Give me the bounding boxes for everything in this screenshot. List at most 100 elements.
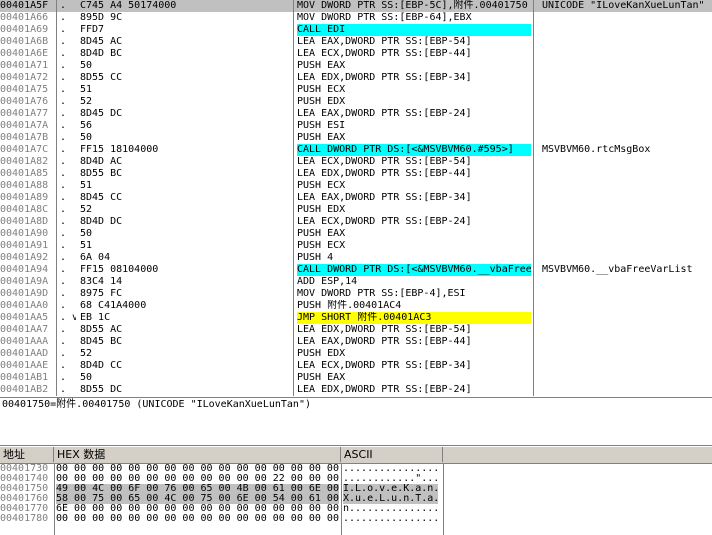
disasm-hex: 8D45 CC <box>80 192 123 203</box>
disasm-address: 00401A75 <box>0 84 49 95</box>
disasm-address: 00401A90 <box>0 228 49 239</box>
disasm-row[interactable]: 00401A6E. 8D4D BC LEA ECX,DWORD PTR SS:[EB… <box>0 48 712 60</box>
disasm-comment <box>542 72 712 84</box>
disasm-address: 00401AAD <box>0 348 49 359</box>
disasm-row[interactable]: 00401A69. FFD7 CALL EDI <box>0 24 712 36</box>
disasm-row[interactable]: 00401A92. 6A 04 PUSH 4 <box>0 252 712 264</box>
dump-header-ascii[interactable]: ASCII <box>341 447 443 462</box>
disasm-address: 00401A6B <box>0 36 49 47</box>
disasm-comment <box>542 84 712 96</box>
disasm-marker: . <box>60 108 67 119</box>
disasm-hex: 68 C41A4000 <box>80 300 147 311</box>
disasm-instruction: PUSH EAX <box>297 132 346 143</box>
disasm-row[interactable]: 00401A7C. FF15 18104000 CALL DWORD PTR DS:… <box>0 144 712 156</box>
disasm-row[interactable]: 00401A7A. 56 PUSH ESI <box>0 120 712 132</box>
disasm-instruction: PUSH EDX <box>297 204 346 215</box>
disasm-row[interactable]: 00401A94. FF15 08104000 CALL DWORD PTR DS:… <box>0 264 712 276</box>
dump-row[interactable]: 00401760 58 00 75 00 65 00 4C 00 75 00 6E… <box>0 494 712 504</box>
disasm-address: 00401AAA <box>0 336 49 347</box>
dump-row[interactable]: 00401730 00 00 00 00 00 00 00 00 00 00 00… <box>0 464 712 474</box>
disassembly-pane[interactable]: 00401A5F. C745 A4 50174000 MOV DWORD PTR S… <box>0 0 712 396</box>
disasm-row[interactable]: 00401A85. 8D55 BC LEA EDX,DWORD PTR SS:[EB… <box>0 168 712 180</box>
dump-pane[interactable]: 地址 HEX 数据 ASCII 00401730 00 00 00 00 00 0… <box>0 447 712 535</box>
disasm-row[interactable]: 00401A6B. 8D45 AC LEA EAX,DWORD PTR SS:[EB… <box>0 36 712 48</box>
disasm-row[interactable]: 00401A91. 51 PUSH ECX <box>0 240 712 252</box>
disasm-row[interactable]: 00401A8D. 8D4D DC LEA ECX,DWORD PTR SS:[EB… <box>0 216 712 228</box>
disasm-row[interactable]: 00401AAD. 52 PUSH EDX <box>0 348 712 360</box>
disasm-row[interactable]: 00401AA5 . v EB 1C JMP SHORT 附件.00401AC3 <box>0 312 712 324</box>
dump-address: 00401770 <box>0 504 49 514</box>
disasm-row[interactable]: 00401AA7. 8D55 AC LEA EDX,DWORD PTR SS:[EB… <box>0 324 712 336</box>
disasm-address: 00401A85 <box>0 168 49 179</box>
disasm-row[interactable]: 00401A88. 51 PUSH ECX <box>0 180 712 192</box>
disasm-row[interactable]: 00401A77. 8D45 DC LEA EAX,DWORD PTR SS:[EB… <box>0 108 712 120</box>
disasm-hex: 8D55 AC <box>80 324 123 335</box>
dump-header-hex[interactable]: HEX 数据 <box>54 447 341 462</box>
dump-row[interactable]: 00401750 49 00 4C 00 6F 00 76 00 65 00 4B… <box>0 484 712 494</box>
disasm-address: 00401AA5 <box>0 312 49 323</box>
disasm-instruction: PUSH 4 <box>297 252 334 263</box>
disasm-row[interactable]: 00401A72. 8D55 CC LEA EDX,DWORD PTR SS:[EB… <box>0 72 712 84</box>
disasm-row[interactable]: 00401A82. 8D4D AC LEA ECX,DWORD PTR SS:[EB… <box>0 156 712 168</box>
disasm-hex: 8D55 CC <box>80 72 123 83</box>
disasm-row[interactable]: 00401A9A. 83C4 14 ADD ESP,14 <box>0 276 712 288</box>
disasm-row[interactable]: 00401A8C. 52 PUSH EDX <box>0 204 712 216</box>
disasm-instruction: PUSH EAX <box>297 372 346 383</box>
disasm-row[interactable]: 00401A5F. C745 A4 50174000 MOV DWORD PTR S… <box>0 0 712 12</box>
dump-address: 00401760 <box>0 494 49 504</box>
disasm-instruction: LEA ECX,DWORD PTR SS:[EBP-34] <box>297 360 472 371</box>
disasm-address: 00401A8D <box>0 216 49 227</box>
dump-row[interactable]: 00401770 6E 00 00 00 00 00 00 00 00 00 00… <box>0 504 712 514</box>
disasm-comment <box>542 324 712 336</box>
disasm-instruction: PUSH EAX <box>297 228 346 239</box>
dump-address: 00401740 <box>0 474 49 484</box>
disasm-address: 00401A8C <box>0 204 49 215</box>
dump-row[interactable]: 00401740 00 00 00 00 00 00 00 00 00 00 00… <box>0 474 712 484</box>
disasm-row[interactable]: 00401A66. 895D 9C MOV DWORD PTR SS:[EBP-64… <box>0 12 712 24</box>
disasm-row[interactable]: 00401A76. 52 PUSH EDX <box>0 96 712 108</box>
disasm-comment <box>542 180 712 192</box>
disasm-instruction: LEA ECX,DWORD PTR SS:[EBP-24] <box>297 216 472 227</box>
disasm-address: 00401A77 <box>0 108 49 119</box>
disasm-address: 00401AB1 <box>0 372 49 383</box>
dump-address: 00401780 <box>0 514 49 524</box>
disasm-row[interactable]: 00401A89. 8D45 CC LEA EAX,DWORD PTR SS:[EB… <box>0 192 712 204</box>
disasm-row[interactable]: 00401A75. 51 PUSH ECX <box>0 84 712 96</box>
disasm-marker: . <box>60 120 67 131</box>
dump-hex-bytes: 49 00 4C 00 6F 00 76 00 65 00 4B 00 61 0… <box>56 484 339 494</box>
column-divider-address[interactable] <box>56 0 57 396</box>
disasm-marker: . <box>60 240 67 251</box>
disasm-marker: . <box>60 156 67 167</box>
disasm-row[interactable]: 00401A7B. 50 PUSH EAX <box>0 132 712 144</box>
disasm-row[interactable]: 00401AB1. 50 PUSH EAX <box>0 372 712 384</box>
disasm-instruction: LEA EDX,DWORD PTR SS:[EBP-44] <box>297 168 472 179</box>
disasm-row[interactable]: 00401AAA. 8D45 BC LEA EAX,DWORD PTR SS:[EB… <box>0 336 712 348</box>
disasm-hex: 50 <box>80 228 93 239</box>
column-divider-disassembly[interactable] <box>533 0 534 396</box>
info-text: 00401750=附件.00401750 (UNICODE "ILoveKanX… <box>2 399 311 410</box>
disasm-marker: . <box>60 168 67 179</box>
disasm-instruction: LEA ECX,DWORD PTR SS:[EBP-44] <box>297 48 472 59</box>
disasm-marker: . <box>60 336 67 347</box>
disasm-row[interactable]: 00401AB2. 8D55 DC LEA EDX,DWORD PTR SS:[EB… <box>0 384 712 396</box>
disasm-instruction: CALL EDI <box>297 24 531 36</box>
disasm-row[interactable]: 00401AA0. 68 C41A4000 PUSH 附件.00401AC4 <box>0 300 712 312</box>
disasm-comment <box>542 156 712 168</box>
disasm-address: 00401A7A <box>0 120 49 131</box>
disasm-row[interactable]: 00401A90. 50 PUSH EAX <box>0 228 712 240</box>
disasm-hex: 51 <box>80 180 93 191</box>
disasm-row[interactable]: 00401A71. 50 PUSH EAX <box>0 60 712 72</box>
dump-row[interactable]: 00401780 00 00 00 00 00 00 00 00 00 00 00… <box>0 514 712 524</box>
disasm-hex: 56 <box>80 120 93 131</box>
disasm-row[interactable]: 00401AAE. 8D4D CC LEA ECX,DWORD PTR SS:[EB… <box>0 360 712 372</box>
dump-rows: 00401730 00 00 00 00 00 00 00 00 00 00 00… <box>0 464 712 524</box>
disasm-address: 00401A92 <box>0 252 49 263</box>
dump-hex-bytes: 00 00 00 00 00 00 00 00 00 00 00 00 00 0… <box>56 464 339 474</box>
disasm-comment <box>542 276 712 288</box>
disasm-row[interactable]: 00401A9D. 8975 FC MOV DWORD PTR SS:[EBP-4]… <box>0 288 712 300</box>
disasm-address: 00401AB2 <box>0 384 49 395</box>
dump-header-address[interactable]: 地址 <box>0 447 54 462</box>
column-divider-hex[interactable] <box>293 0 294 396</box>
disasm-instruction: LEA EAX,DWORD PTR SS:[EBP-54] <box>297 36 472 47</box>
disasm-comment <box>542 228 712 240</box>
